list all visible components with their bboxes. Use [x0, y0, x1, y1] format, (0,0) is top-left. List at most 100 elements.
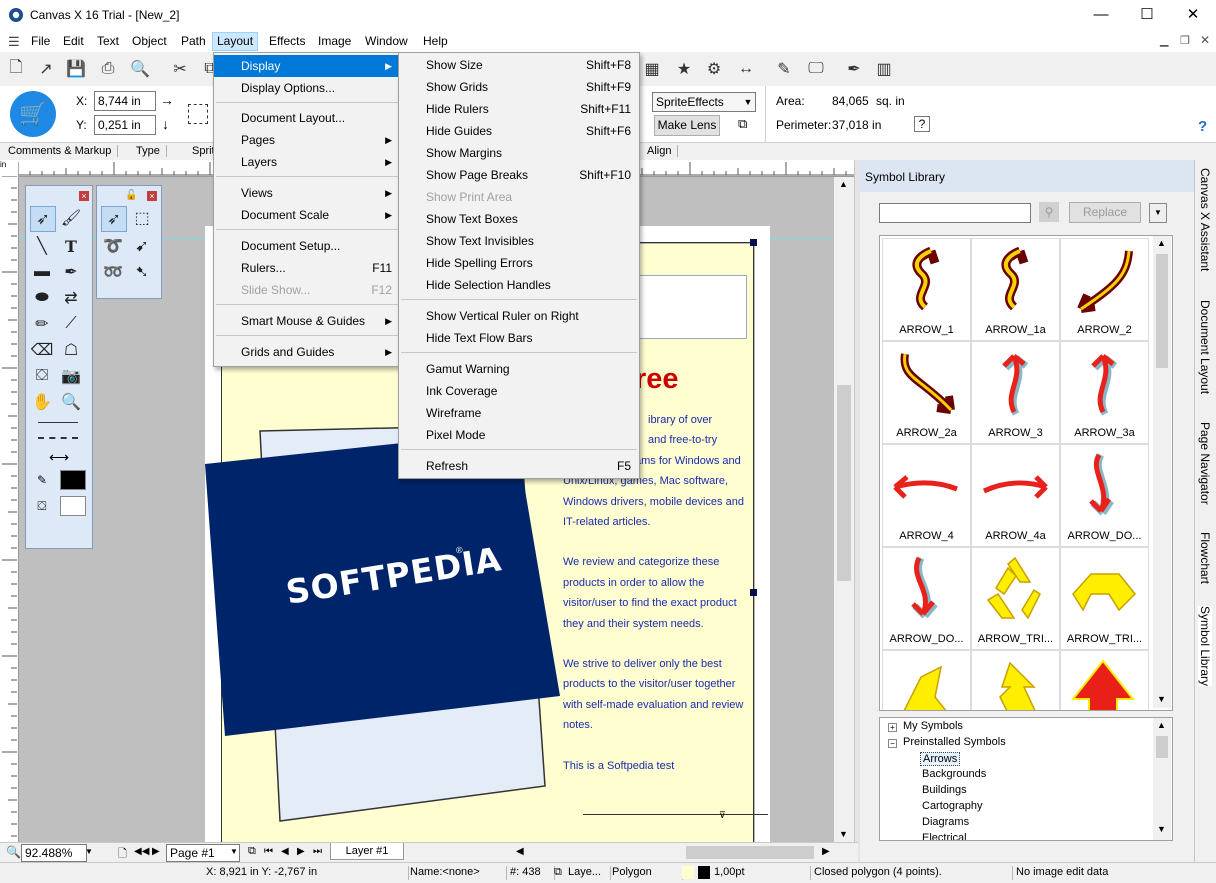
tree-item-preinstalled[interactable]: Preinstalled Symbols [903, 736, 1006, 748]
vertical-ruler[interactable] [0, 175, 19, 842]
close-icon[interactable]: × [79, 191, 89, 201]
unlock-icon[interactable]: 🔓 [125, 190, 137, 201]
lens-options-icon[interactable]: ⧉ [738, 116, 747, 132]
line-weight-icon[interactable] [38, 422, 78, 423]
star-icon[interactable]: ★ [672, 57, 696, 81]
brush-tool-icon[interactable]: 🖌 [59, 206, 83, 230]
drag-icon[interactable]: ➷ [130, 260, 154, 284]
scroll-left-icon[interactable]: ◀ [516, 846, 524, 857]
replace-options-chevron-icon[interactable]: ▼ [1149, 203, 1167, 223]
first-layer-icon[interactable]: ⏮ [264, 846, 273, 857]
symbol-arrow-4[interactable]: ARROW_4 [882, 444, 971, 547]
eraser-tool-icon[interactable]: ⌫ [30, 338, 54, 362]
menu-item-show-size[interactable]: Show Size Shift+F8 [399, 54, 639, 76]
menu-item-ink-coverage[interactable]: Ink Coverage [399, 380, 639, 402]
menu-item-hide-selection-handles[interactable]: Hide Selection Handles [399, 274, 639, 296]
selection-handle[interactable] [750, 239, 757, 246]
menu-item-smart-mouse[interactable]: Smart Mouse & Guides ▶ [214, 310, 400, 332]
menu-text[interactable]: Text [93, 33, 123, 50]
camera-tool-icon[interactable]: 📷 [59, 364, 83, 388]
arrowhead-icon[interactable]: ⟷ [30, 449, 88, 466]
ellipse-tool-icon[interactable]: ⬬ [30, 286, 54, 310]
vertical-scrollbar[interactable]: ▲ ▼ [834, 177, 854, 842]
next-page-icon[interactable]: ▶ [152, 846, 160, 857]
menu-item-layers[interactable]: Layers ▶ [214, 151, 400, 173]
side-tab-symbol-library[interactable]: Symbol Library [1198, 606, 1212, 687]
scroll-down-icon[interactable]: ▼ [839, 829, 848, 839]
pen-chart-icon[interactable]: ✒ [842, 57, 866, 81]
scroll-thumb[interactable] [1156, 736, 1168, 758]
symbol-arrow-yellow-2[interactable] [971, 650, 1060, 710]
menu-layout[interactable]: Layout [212, 32, 259, 51]
zoom-dropdown-icon[interactable]: ▼ [85, 847, 93, 856]
zoom-tool-icon[interactable]: 🔍 [59, 390, 83, 414]
menu-item-gamut-warning[interactable]: Gamut Warning [399, 358, 639, 380]
line-tool-icon[interactable]: ╲ [30, 234, 54, 258]
menu-item-document-layout[interactable]: Document Layout... [214, 107, 400, 129]
menu-item-hide-spelling-errors[interactable]: Hide Spelling Errors [399, 252, 639, 274]
y-input[interactable]: 0,251 in [94, 115, 156, 135]
tree-scrollbar[interactable]: ▲ ▼ [1153, 718, 1171, 840]
lasso-icon[interactable]: ➰ [101, 234, 125, 258]
page-dropdown-icon[interactable]: ▼ [230, 847, 238, 856]
horizontal-scroll-thumb[interactable] [686, 846, 814, 859]
close-button[interactable]: ✕ [1170, 0, 1216, 30]
text-box[interactable] [635, 275, 747, 339]
menu-item-pages[interactable]: Pages ▶ [214, 129, 400, 151]
symbol-arrow-1a[interactable]: ARROW_1a [971, 238, 1060, 341]
hamburger-icon[interactable]: ☰ [8, 34, 20, 50]
bar-chart-icon[interactable]: ▥ [872, 57, 896, 81]
pointer-icon[interactable]: ➶ [101, 206, 127, 232]
menu-item-show-text-invisibles[interactable]: Show Text Invisibles [399, 230, 639, 252]
symbol-search-input[interactable] [879, 203, 1031, 223]
ghost-tool-icon[interactable]: ☖ [59, 338, 83, 362]
save-icon[interactable]: 💾 [64, 57, 88, 81]
menu-window[interactable]: Window [361, 33, 412, 50]
menu-item-show-text-boxes[interactable]: Show Text Boxes [399, 208, 639, 230]
scroll-up-icon[interactable]: ▲ [839, 179, 848, 189]
scroll-down-icon[interactable]: ▼ [1157, 694, 1166, 704]
tree-item-my-symbols[interactable]: My Symbols [903, 720, 963, 732]
tree-item-cartography[interactable]: Cartography [922, 800, 983, 812]
fill-bucket-icon[interactable]: ⛋ [30, 499, 54, 514]
pen-tool-icon[interactable]: ✒ [59, 260, 83, 284]
paint-bucket-tool-icon[interactable]: ⛋ [30, 364, 54, 388]
next-layer-icon[interactable]: ▶ [297, 846, 305, 857]
symbol-arrow-2a[interactable]: ARROW_2a [882, 341, 971, 444]
tree-item-arrows[interactable]: Arrows [920, 752, 961, 766]
menu-item-refresh[interactable]: Refresh F5 [399, 455, 639, 477]
effects-select[interactable]: SpriteEffects [652, 92, 744, 112]
node-select-icon[interactable]: ⬚ [130, 206, 154, 230]
help-icon[interactable]: ? [1198, 118, 1207, 135]
side-tab-assistant[interactable]: Canvas X Assistant [1198, 168, 1212, 271]
collapse-icon[interactable]: − [888, 739, 897, 748]
last-layer-icon[interactable]: ⏭ [313, 846, 322, 857]
menu-item-show-margins[interactable]: Show Margins [399, 142, 639, 164]
layers-icon[interactable]: ⧉ [248, 845, 256, 858]
tab-comments[interactable]: Comments & Markup [8, 145, 119, 157]
menu-object[interactable]: Object [128, 33, 171, 50]
menu-item-hide-guides[interactable]: Hide Guides Shift+F6 [399, 120, 639, 142]
dimension-tool-icon[interactable]: ⇄ [59, 286, 83, 310]
symbol-arrow-1[interactable]: ARROW_1 [882, 238, 971, 341]
fit-width-icon[interactable]: ↔ [734, 57, 758, 81]
scroll-down-icon[interactable]: ▼ [1157, 824, 1166, 834]
new-icon[interactable]: 🗋 [4, 57, 28, 81]
scroll-up-icon[interactable]: ▲ [1157, 238, 1166, 248]
scroll-right-icon[interactable]: ▶ [822, 846, 830, 857]
symbol-arrow-3a[interactable]: ARROW_3a [1060, 341, 1149, 444]
zoom-icon[interactable]: 🔍 [6, 845, 21, 859]
eyedropper-tool-icon[interactable]: ⟋ [59, 312, 83, 336]
menu-item-document-setup[interactable]: Document Setup... [214, 235, 400, 257]
select-tool-icon[interactable]: ➶ [30, 206, 56, 232]
zoom-select[interactable]: 92.488% [21, 844, 87, 862]
symbol-arrow-red-up[interactable] [1060, 650, 1149, 710]
replace-button[interactable]: Replace [1069, 202, 1141, 223]
menu-help[interactable]: Help [419, 33, 452, 50]
hand-tool-icon[interactable]: ✋ [30, 390, 54, 414]
scroll-thumb[interactable] [837, 385, 851, 581]
menu-item-show-grids[interactable]: Show Grids Shift+F9 [399, 76, 639, 98]
side-tab-page-navigator[interactable]: Page Navigator [1198, 422, 1212, 505]
symbol-binoculars-icon[interactable]: ⚲ [1039, 202, 1059, 222]
side-tab-flowchart[interactable]: Flowchart [1198, 532, 1212, 584]
